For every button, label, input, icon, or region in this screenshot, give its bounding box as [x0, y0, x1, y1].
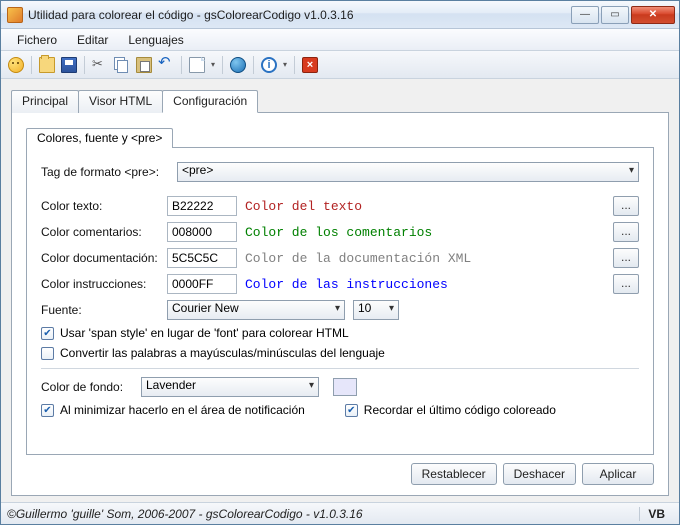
color-documentacion-picker-button[interactable]: ... [613, 248, 639, 268]
color-comentarios-preview: Color de los comentarios [245, 225, 432, 240]
tag-formato-select[interactable]: <pre> [177, 162, 639, 182]
color-documentacion-label: Color documentación: [41, 251, 159, 265]
row-fuente: Fuente: Courier New 10 [41, 300, 639, 320]
font-size-select[interactable]: 10 [353, 300, 399, 320]
app-window: Utilidad para colorear el código - gsCol… [0, 0, 680, 525]
row-color-instrucciones: Color instrucciones: Color de las instru… [41, 274, 639, 294]
inner-tab-colores[interactable]: Colores, fuente y <pre> [26, 128, 173, 148]
font-size-value: 10 [358, 301, 371, 315]
color-texto-label: Color texto: [41, 199, 159, 213]
color-comentarios-picker-button[interactable]: ... [613, 222, 639, 242]
window-title: Utilidad para colorear el código - gsCol… [28, 8, 569, 22]
maximize-button[interactable]: ▭ [601, 6, 629, 24]
color-documentacion-preview: Color de la documentación XML [245, 251, 471, 266]
toolbar: ✂ ↶ ▾ i ▾ × [1, 51, 679, 79]
divider [41, 368, 639, 369]
separator [294, 56, 295, 74]
status-text: ©Guillermo 'guille' Som, 2006-2007 - gsC… [7, 507, 639, 521]
info-dropdown-icon[interactable]: ▾ [282, 60, 288, 69]
fuente-label: Fuente: [41, 303, 159, 317]
reset-button[interactable]: Restablecer [411, 463, 497, 485]
color-instrucciones-input[interactable] [167, 274, 237, 294]
menu-editar[interactable]: Editar [69, 31, 116, 49]
open-icon[interactable] [38, 56, 56, 74]
color-comentarios-input[interactable] [167, 222, 237, 242]
menubar: Fichero Editar Lenguajes [1, 29, 679, 51]
save-icon[interactable] [60, 56, 78, 74]
paste-icon[interactable] [135, 56, 153, 74]
face-icon[interactable] [7, 56, 25, 74]
color-instrucciones-preview: Color de las instrucciones [245, 277, 448, 292]
dialog-buttons: Restablecer Deshacer Aplicar [26, 455, 654, 485]
checkbox-icon [41, 347, 54, 360]
row-bottom-checks: ✔ Al minimizar hacerlo en el área de not… [41, 403, 639, 417]
separator [84, 56, 85, 74]
statusbar: ©Guillermo 'guille' Som, 2006-2007 - gsC… [1, 502, 679, 524]
separator [253, 56, 254, 74]
checkbox-icon: ✔ [41, 327, 54, 340]
config-panel: Tag de formato <pre>: <pre> Color texto:… [26, 147, 654, 455]
color-instrucciones-label: Color instrucciones: [41, 277, 159, 291]
inner-tabs: Colores, fuente y <pre> [26, 127, 654, 147]
close-button[interactable]: ✕ [631, 6, 675, 24]
color-instrucciones-picker-button[interactable]: ... [613, 274, 639, 294]
page-dropdown-icon[interactable]: ▾ [210, 60, 216, 69]
titlebar[interactable]: Utilidad para colorear el código - gsCol… [1, 1, 679, 29]
undo-button[interactable]: Deshacer [503, 463, 576, 485]
tag-formato-value: <pre> [182, 163, 213, 177]
row-chk-span: ✔ Usar 'span style' en lugar de 'font' p… [41, 326, 639, 340]
color-fondo-select[interactable]: Lavender [141, 377, 319, 397]
menu-fichero[interactable]: Fichero [9, 31, 65, 49]
status-language: VB [639, 507, 673, 521]
app-icon [7, 7, 23, 23]
separator [222, 56, 223, 74]
color-comentarios-label: Color comentarios: [41, 225, 159, 239]
info-icon[interactable]: i [260, 56, 278, 74]
checkbox-icon: ✔ [41, 404, 54, 417]
fuente-value: Courier New [172, 301, 239, 315]
color-texto-picker-button[interactable]: ... [613, 196, 639, 216]
chk-span-style[interactable]: ✔ Usar 'span style' en lugar de 'font' p… [41, 326, 349, 340]
menu-lenguajes[interactable]: Lenguajes [120, 31, 191, 49]
row-color-texto: Color texto: Color del texto ... [41, 196, 639, 216]
tab-configuracion[interactable]: Configuración [162, 90, 258, 113]
chk-tray-label: Al minimizar hacerlo en el área de notif… [60, 403, 305, 417]
client-area: Principal Visor HTML Configuración Color… [1, 79, 679, 502]
chk-minimize-tray[interactable]: ✔ Al minimizar hacerlo en el área de not… [41, 403, 305, 417]
tab-principal[interactable]: Principal [11, 90, 79, 113]
color-fondo-value: Lavender [146, 378, 196, 392]
globe-icon[interactable] [229, 56, 247, 74]
separator [31, 56, 32, 74]
row-color-documentacion: Color documentación: Color de la documen… [41, 248, 639, 268]
minimize-button[interactable]: — [571, 6, 599, 24]
fuente-select[interactable]: Courier New [167, 300, 345, 320]
tag-formato-label: Tag de formato <pre>: [41, 165, 169, 179]
tab-visor-html[interactable]: Visor HTML [78, 90, 163, 113]
chk-convert-case[interactable]: Convertir las palabras a mayúsculas/minú… [41, 346, 385, 360]
chk-span-label: Usar 'span style' en lugar de 'font' par… [60, 326, 349, 340]
color-texto-input[interactable] [167, 196, 237, 216]
row-chk-case: Convertir las palabras a mayúsculas/minú… [41, 346, 639, 360]
exit-icon[interactable]: × [301, 56, 319, 74]
window-controls: — ▭ ✕ [569, 6, 675, 24]
cut-icon[interactable]: ✂ [91, 56, 109, 74]
color-texto-preview: Color del texto [245, 199, 362, 214]
row-color-comentarios: Color comentarios: Color de los comentar… [41, 222, 639, 242]
row-color-fondo: Color de fondo: Lavender [41, 377, 639, 397]
chk-remember-label: Recordar el último código coloreado [364, 403, 556, 417]
undo-icon[interactable]: ↶ [157, 56, 175, 74]
row-tag-formato: Tag de formato <pre>: <pre> [41, 162, 639, 182]
separator [181, 56, 182, 74]
color-documentacion-input[interactable] [167, 248, 237, 268]
checkbox-icon: ✔ [345, 404, 358, 417]
color-fondo-swatch [333, 378, 357, 396]
copy-icon[interactable] [113, 56, 131, 74]
chk-remember-code[interactable]: ✔ Recordar el último código coloreado [345, 403, 556, 417]
apply-button[interactable]: Aplicar [582, 463, 654, 485]
tab-body: Colores, fuente y <pre> Tag de formato <… [11, 112, 669, 496]
main-tabs: Principal Visor HTML Configuración [11, 89, 669, 112]
chk-case-label: Convertir las palabras a mayúsculas/minú… [60, 346, 385, 360]
color-fondo-label: Color de fondo: [41, 380, 133, 394]
page-icon[interactable] [188, 56, 206, 74]
